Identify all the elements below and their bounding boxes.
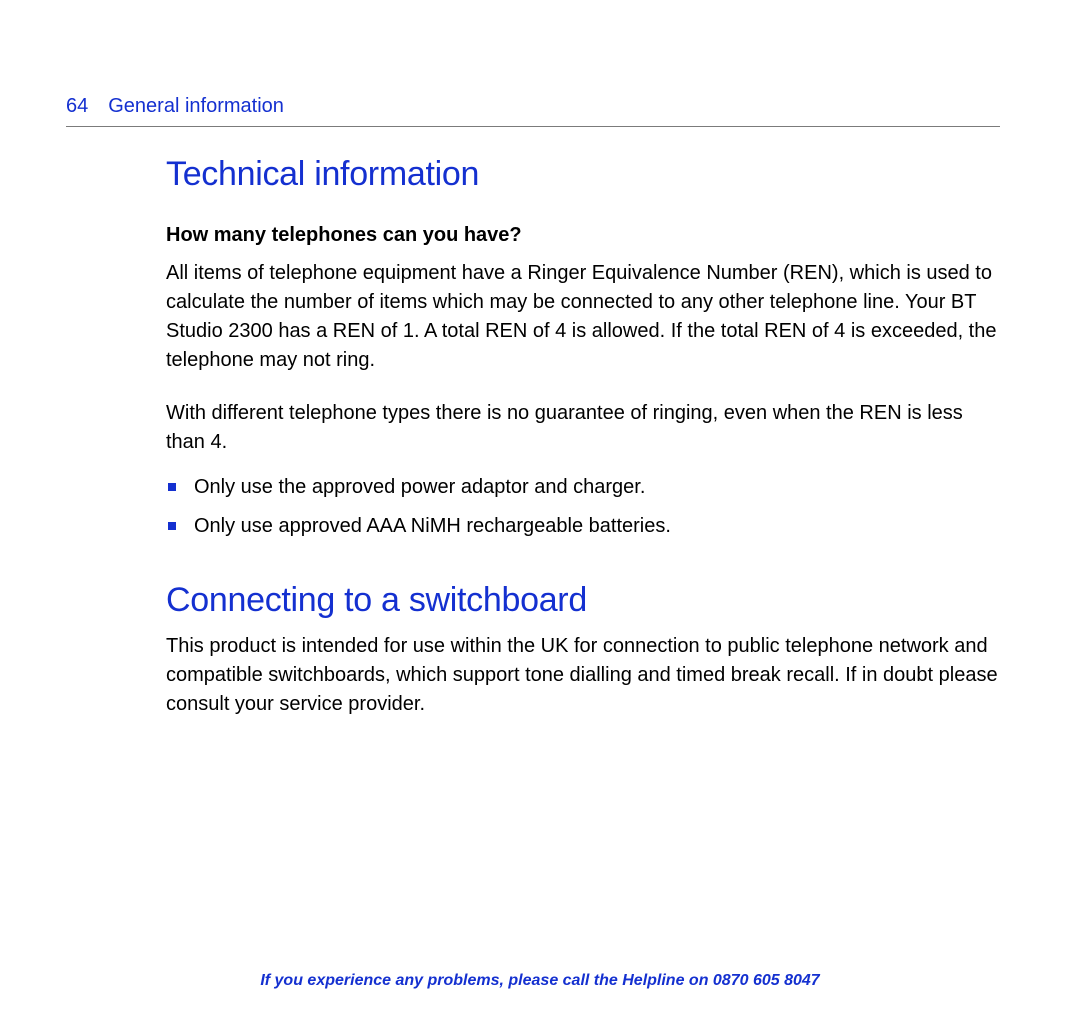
list-item: Only use the approved power adaptor and … <box>166 473 1000 502</box>
page-number: 64 <box>66 95 88 118</box>
how-many-phones-subheading: How many telephones can you have? <box>166 224 1000 247</box>
footer-text: If you experience any problems, please c… <box>260 972 713 989</box>
footer-phone: 0870 605 8047 <box>713 972 820 989</box>
page-header: 64 General information <box>66 95 1000 118</box>
ren-paragraph-1: All items of telephone equipment have a … <box>166 259 1000 375</box>
main-content: Technical information How many telephone… <box>66 155 1000 719</box>
switchboard-paragraph: This product is intended for use within … <box>166 632 1000 719</box>
section-name: General information <box>108 95 284 118</box>
header-divider <box>66 126 1000 127</box>
list-item: Only use approved AAA NiMH rechargeable … <box>166 512 1000 541</box>
bullet-list: Only use the approved power adaptor and … <box>166 473 1000 541</box>
switchboard-heading: Connecting to a switchboard <box>166 581 1000 620</box>
technical-info-heading: Technical information <box>166 155 1000 194</box>
ren-paragraph-2: With different telephone types there is … <box>166 399 1000 457</box>
footer-helpline: If you experience any problems, please c… <box>0 972 1080 990</box>
